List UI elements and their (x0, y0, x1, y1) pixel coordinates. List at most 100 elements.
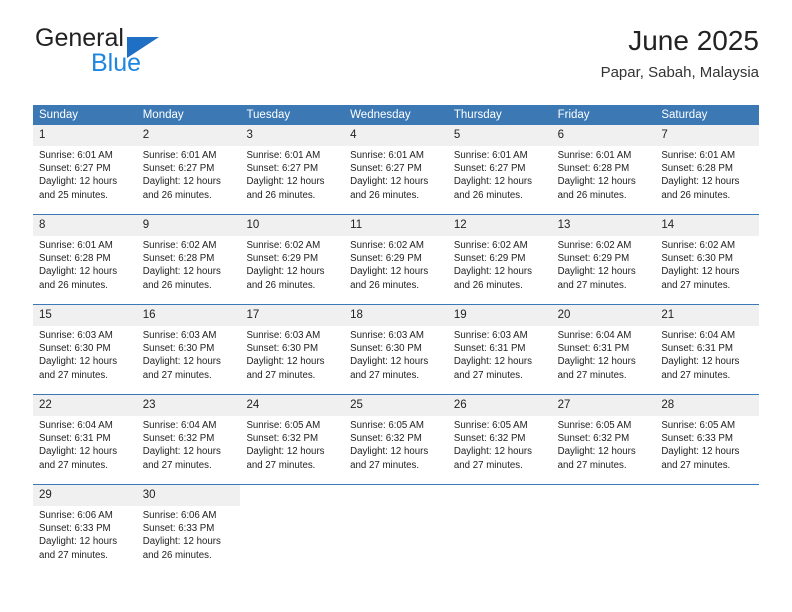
sunset-text: Sunset: 6:32 PM (142, 433, 215, 445)
sunset-text: Sunset: 6:30 PM (246, 343, 319, 355)
weekday-header-sunday: Sunday (39, 109, 79, 121)
daylight-text-line1: Daylight: 12 hours (661, 266, 740, 278)
daylight-text-line2: and 27 minutes. (39, 459, 108, 471)
weekday-header-thursday: Thursday (453, 109, 502, 121)
calendar-day-cell[interactable]: 15 Sunrise: 6:03 AM Sunset: 6:30 PM Dayligh… (33, 305, 137, 394)
sunrise-text: Sunrise: 6:01 AM (142, 150, 217, 161)
calendar-day-cell[interactable]: 7 Sunrise: 6:01 AM Sunset: 6:28 PM Daylight… (655, 125, 760, 214)
daylight-text-line2: and 27 minutes. (39, 549, 108, 561)
sunrise-text: Sunrise: 6:04 AM (557, 330, 632, 341)
day-number: 20 (551, 305, 656, 326)
daylight-text-line1: Daylight: 12 hours (661, 176, 740, 188)
calendar-day-cell[interactable]: 19 Sunrise: 6:03 AM Sunset: 6:31 PM Dayligh… (447, 305, 552, 394)
calendar-day-cell[interactable]: 9 Sunrise: 6:02 AM Sunset: 6:28 PM Daylight… (136, 215, 241, 304)
calendar-day-cell[interactable]: 26 Sunrise: 6:05 AM Sunset: 6:32 PM Dayligh… (447, 395, 552, 484)
day-info: Sunrise: 6:02 AM Sunset: 6:28 PM Daylight:… (137, 236, 241, 292)
calendar-day-cell[interactable]: 28 Sunrise: 6:05 AM Sunset: 6:33 PM Dayligh… (655, 395, 760, 484)
sunset-text: Sunset: 6:31 PM (557, 343, 630, 355)
daylight-text-line1: Daylight: 12 hours (661, 356, 740, 368)
sunrise-text: Sunrise: 6:03 AM (39, 330, 113, 341)
day-info: Sunrise: 6:03 AM Sunset: 6:30 PM Daylight:… (240, 326, 344, 382)
calendar-day-cell[interactable]: 6 Sunrise: 6:01 AM Sunset: 6:28 PM Daylight… (551, 125, 656, 214)
day-number: 22 (33, 395, 137, 416)
weekday-header-tuesday: Tuesday (246, 109, 291, 121)
calendar-day-cell[interactable]: 25 Sunrise: 6:05 AM Sunset: 6:32 PM Dayligh… (344, 395, 448, 484)
calendar-day-cell[interactable]: 11 Sunrise: 6:02 AM Sunset: 6:29 PM Dayligh… (344, 215, 448, 304)
sunset-text: Sunset: 6:28 PM (661, 163, 733, 175)
daylight-text-line2: and 26 minutes. (661, 189, 731, 201)
day-info: Sunrise: 6:02 AM Sunset: 6:29 PM Daylight:… (344, 236, 448, 292)
day-number: 19 (447, 305, 552, 326)
calendar-day-cell[interactable]: 8 Sunrise: 6:01 AM Sunset: 6:28 PM Daylight… (33, 215, 137, 304)
calendar-week-row: 1 Sunrise: 6:01 AM Sunset: 6:27 PM Daylight… (33, 125, 760, 214)
day-info: Sunrise: 6:04 AM Sunset: 6:32 PM Daylight:… (137, 416, 241, 472)
day-number: 30 (136, 485, 241, 506)
daylight-text-line1: Daylight: 12 hours (557, 176, 636, 188)
calendar-day-cell[interactable]: 13 Sunrise: 6:02 AM Sunset: 6:29 PM Dayligh… (551, 215, 656, 304)
calendar-day-cell[interactable]: 14 Sunrise: 6:02 AM Sunset: 6:30 PM Dayligh… (655, 215, 760, 304)
day-info: Sunrise: 6:01 AM Sunset: 6:27 PM Daylight:… (448, 146, 552, 202)
calendar-day-cell[interactable]: 20 Sunrise: 6:04 AM Sunset: 6:31 PM Dayligh… (551, 305, 656, 394)
sunset-text: Sunset: 6:33 PM (661, 433, 733, 445)
calendar-day-cell[interactable]: 10 Sunrise: 6:02 AM Sunset: 6:29 PM Dayligh… (240, 215, 345, 304)
calendar-day-cell[interactable]: 17 Sunrise: 6:03 AM Sunset: 6:30 PM Dayligh… (240, 305, 345, 394)
calendar-day-cell[interactable]: 27 Sunrise: 6:05 AM Sunset: 6:32 PM Dayligh… (551, 395, 656, 484)
sunrise-text: Sunrise: 6:01 AM (661, 150, 736, 161)
calendar-day-cell[interactable]: 5 Sunrise: 6:01 AM Sunset: 6:27 PM Daylight… (447, 125, 552, 214)
sunset-text: Sunset: 6:31 PM (39, 433, 111, 445)
calendar-day-cell[interactable]: 24 Sunrise: 6:05 AM Sunset: 6:32 PM Dayligh… (240, 395, 345, 484)
daylight-text-line2: and 26 minutes. (246, 279, 316, 291)
calendar-day-cell[interactable]: 23 Sunrise: 6:04 AM Sunset: 6:32 PM Dayligh… (136, 395, 241, 484)
calendar-day-cell[interactable]: 16 Sunrise: 6:03 AM Sunset: 6:30 PM Dayligh… (136, 305, 241, 394)
daylight-text-line1: Daylight: 12 hours (661, 446, 740, 458)
daylight-text-line1: Daylight: 12 hours (350, 356, 429, 368)
calendar-day-cell[interactable]: 18 Sunrise: 6:03 AM Sunset: 6:30 PM Dayligh… (344, 305, 448, 394)
weekday-header-friday: Friday (557, 109, 590, 121)
calendar-day-cell[interactable]: 21 Sunrise: 6:04 AM Sunset: 6:31 PM Dayligh… (655, 305, 760, 394)
sunrise-text: Sunrise: 6:06 AM (39, 510, 113, 521)
sunset-text: Sunset: 6:30 PM (142, 343, 215, 355)
calendar-day-cell[interactable]: 29 Sunrise: 6:06 AM Sunset: 6:33 PM Dayligh… (33, 485, 137, 574)
daylight-text-line2: and 27 minutes. (661, 459, 731, 471)
calendar-day-cell[interactable]: 1 Sunrise: 6:01 AM Sunset: 6:27 PM Daylight… (33, 125, 137, 214)
daylight-text-line2: and 26 minutes. (142, 189, 212, 201)
sunrise-text: Sunrise: 6:02 AM (557, 240, 632, 251)
daylight-text-line1: Daylight: 12 hours (453, 176, 532, 188)
sunrise-text: Sunrise: 6:03 AM (246, 330, 321, 341)
sunrise-text: Sunrise: 6:04 AM (39, 420, 113, 431)
daylight-text-line2: and 27 minutes. (661, 279, 731, 291)
sunrise-text: Sunrise: 6:05 AM (246, 420, 321, 431)
sunset-text: Sunset: 6:28 PM (557, 163, 630, 175)
calendar-day-cell[interactable]: 22 Sunrise: 6:04 AM Sunset: 6:31 PM Dayligh… (33, 395, 137, 484)
sunrise-text: Sunrise: 6:02 AM (453, 240, 528, 251)
calendar-day-cell-empty (344, 485, 448, 574)
calendar-page: General Blue June 2025 Papar, Sabah, Mal… (0, 0, 792, 612)
calendar-day-cell[interactable]: 3 Sunrise: 6:01 AM Sunset: 6:27 PM Daylight… (240, 125, 345, 214)
day-info: Sunrise: 6:03 AM Sunset: 6:30 PM Daylight:… (137, 326, 241, 382)
sunset-text: Sunset: 6:27 PM (39, 163, 111, 175)
day-number (655, 485, 759, 506)
day-info: Sunrise: 6:02 AM Sunset: 6:29 PM Daylight:… (240, 236, 344, 292)
daylight-text-line2: and 26 minutes. (453, 279, 523, 291)
day-number: 4 (344, 125, 448, 146)
calendar-day-cell[interactable]: 12 Sunrise: 6:02 AM Sunset: 6:29 PM Dayligh… (447, 215, 552, 304)
calendar-day-cell[interactable]: 2 Sunrise: 6:01 AM Sunset: 6:27 PM Daylight… (136, 125, 241, 214)
sunset-text: Sunset: 6:27 PM (246, 163, 319, 175)
daylight-text-line1: Daylight: 12 hours (453, 356, 532, 368)
calendar-day-cell[interactable]: 4 Sunrise: 6:01 AM Sunset: 6:27 PM Daylight… (344, 125, 448, 214)
daylight-text-line1: Daylight: 12 hours (246, 356, 325, 368)
sunrise-text: Sunrise: 6:01 AM (39, 240, 113, 251)
sunrise-text: Sunrise: 6:01 AM (557, 150, 632, 161)
title-block: June 2025 Papar, Sabah, Malaysia (601, 24, 759, 84)
day-info: Sunrise: 6:01 AM Sunset: 6:28 PM Daylight:… (552, 146, 656, 202)
sunset-text: Sunset: 6:31 PM (661, 343, 733, 355)
daylight-text-line2: and 27 minutes. (142, 459, 212, 471)
sunrise-text: Sunrise: 6:05 AM (661, 420, 736, 431)
sunset-text: Sunset: 6:27 PM (350, 163, 422, 175)
sunrise-text: Sunrise: 6:03 AM (453, 330, 528, 341)
sunset-text: Sunset: 6:31 PM (453, 343, 526, 355)
sunrise-text: Sunrise: 6:01 AM (39, 150, 113, 161)
daylight-text-line2: and 27 minutes. (350, 369, 420, 381)
calendar-day-cell[interactable]: 30 Sunrise: 6:06 AM Sunset: 6:33 PM Dayligh… (136, 485, 241, 574)
day-number: 8 (33, 215, 137, 236)
